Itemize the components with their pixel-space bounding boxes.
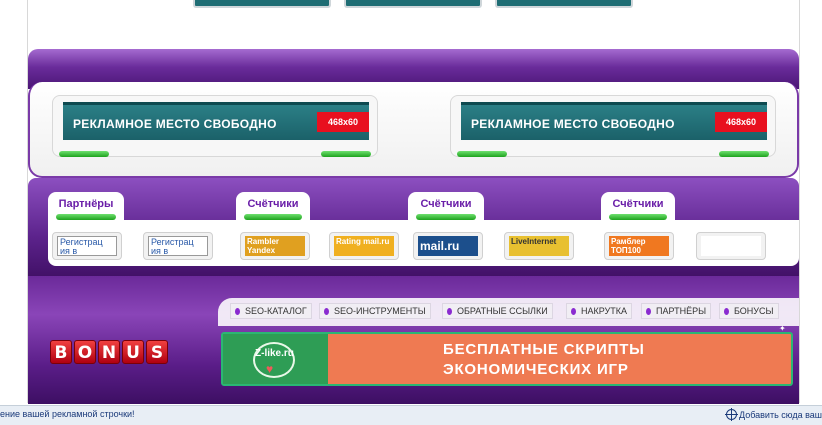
top-banner-2[interactable] — [344, 0, 482, 8]
promo-line-1: БЕСПЛАТНЫЕ СКРИПТЫ — [443, 341, 645, 358]
promo-line-2: ЭКОНОМИЧЕСКИХ ИГР — [443, 361, 629, 378]
tab-counters-1[interactable]: Счётчики — [236, 192, 310, 220]
ad-slot-left[interactable]: РЕКЛАМНОЕ МЕСТО СВОБОДНО 468x60 — [52, 95, 378, 157]
nav-label: НАКРУТКА — [581, 306, 628, 316]
promo-logo-text: Z-like.ru — [255, 348, 294, 359]
broken-image-icon: Регистрац ия в — [148, 236, 208, 256]
counter-badge[interactable]: Рамблер ТОП100 — [604, 232, 674, 260]
counter-badge[interactable]: LiveInternet — [504, 232, 574, 260]
heart-icon: ♥ — [266, 362, 274, 376]
ad-banner-text: РЕКЛАМНОЕ МЕСТО СВОБОДНО — [471, 117, 675, 131]
nav-item-seo-tools[interactable]: SEO-ИНСТРУМЕНТЫ — [319, 303, 431, 319]
top-banner-1[interactable] — [193, 0, 331, 8]
nav-item-seo-catalog[interactable]: SEO-КАТАЛОГ — [230, 303, 312, 319]
green-indicator — [719, 151, 769, 157]
ad-banner-size: 468x60 — [317, 112, 369, 132]
ticker-text[interactable]: ение вашей рекламной строчки! — [0, 409, 135, 419]
broken-image-icon: Регистрац ия в — [57, 236, 117, 256]
bonus-cube: S — [146, 340, 168, 364]
ad-banner[interactable]: РЕКЛАМНОЕ МЕСТО СВОБОДНО 468x60 — [461, 102, 767, 140]
nav-label: ПАРТНЁРЫ — [656, 306, 707, 316]
green-indicator — [59, 151, 109, 157]
ad-slot-right[interactable]: РЕКЛАМНОЕ МЕСТО СВОБОДНО 468x60 — [450, 95, 776, 157]
nav-label: SEO-КАТАЛОГ — [245, 306, 307, 316]
page: РЕКЛАМНОЕ МЕСТО СВОБОДНО 468x60 РЕКЛАМНО… — [0, 0, 822, 425]
tab-counters-2[interactable]: Счётчики — [408, 192, 484, 220]
rambler-top100-icon: Рамблер ТОП100 — [609, 236, 669, 256]
bonus-cube: B — [50, 340, 72, 364]
mailru-counter-icon: mail.ru — [418, 236, 478, 256]
bullet-icon — [447, 308, 452, 315]
ticker-bar: ение вашей рекламной строчки! Добавить с… — [0, 405, 822, 425]
counter-badge[interactable] — [696, 232, 766, 260]
promo-banner[interactable]: Z-like.ru ♥ БЕСПЛАТНЫЕ СКРИПТЫ ЭКОНОМИЧЕ… — [221, 332, 793, 386]
counter-badge[interactable]: Rambler Yandex — [240, 232, 310, 260]
counter-badge[interactable]: Регистрац ия в — [52, 232, 122, 260]
add-link[interactable]: Добавить сюда ваш — [725, 408, 822, 421]
bullet-icon — [646, 308, 651, 315]
nav-label: SEO-ИНСТРУМЕНТЫ — [334, 306, 426, 316]
ad-banner-size: 468x60 — [715, 112, 767, 132]
bullet-icon — [571, 308, 576, 315]
tab-label: Счётчики — [420, 198, 472, 210]
nav-item-backlinks[interactable]: ОБРАТНЫЕ ССЫЛКИ — [442, 303, 553, 319]
bullet-icon — [324, 308, 329, 315]
liveinternet-counter-icon: LiveInternet — [509, 236, 569, 256]
ad-panel: РЕКЛАМНОЕ МЕСТО СВОБОДНО 468x60 РЕКЛАМНО… — [28, 82, 799, 178]
tab-label: Партнёры — [58, 198, 114, 210]
green-indicator — [457, 151, 507, 157]
yandex-counter-icon: Rambler Yandex — [245, 236, 305, 256]
ad-banner[interactable]: РЕКЛАМНОЕ МЕСТО СВОБОДНО 468x60 — [63, 102, 369, 140]
top-banner-3[interactable] — [495, 0, 633, 8]
nav-item-partners[interactable]: ПАРТНЁРЫ — [641, 303, 712, 319]
bonus-cube: O — [74, 340, 96, 364]
page-border-right — [799, 0, 800, 403]
nav-label: БОНУСЫ — [734, 306, 774, 316]
tab-counters-3[interactable]: Счётчики — [601, 192, 675, 220]
tab-label: Счётчики — [612, 198, 664, 210]
bonus-logo[interactable]: B O N U S — [48, 338, 174, 368]
counter-badge[interactable]: mail.ru — [413, 232, 483, 260]
promo-logo: Z-like.ru ♥ — [223, 334, 328, 384]
ad-banner-text: РЕКЛАМНОЕ МЕСТО СВОБОДНО — [73, 117, 277, 131]
green-indicator — [321, 151, 371, 157]
nav-item-boost[interactable]: НАКРУТКА — [566, 303, 633, 319]
nav-label: ОБРАТНЫЕ ССЫЛКИ — [457, 306, 548, 316]
counter-badge[interactable]: Регистрац ия в — [143, 232, 213, 260]
tab-label: Счётчики — [247, 198, 299, 210]
bullet-icon — [724, 308, 729, 315]
tab-partners[interactable]: Партнёры — [48, 192, 124, 220]
nav-item-bonuses[interactable]: БОНУСЫ — [719, 303, 779, 319]
empty-counter — [701, 236, 761, 256]
counter-badge[interactable]: Rating mail.ru — [329, 232, 399, 260]
crosshair-icon — [725, 408, 738, 421]
add-link-label: Добавить сюда ваш — [739, 410, 822, 420]
bonus-cube: U — [122, 340, 144, 364]
bullet-icon — [235, 308, 240, 315]
bonus-cube: N — [98, 340, 120, 364]
rating-counter-icon: Rating mail.ru — [334, 236, 394, 256]
